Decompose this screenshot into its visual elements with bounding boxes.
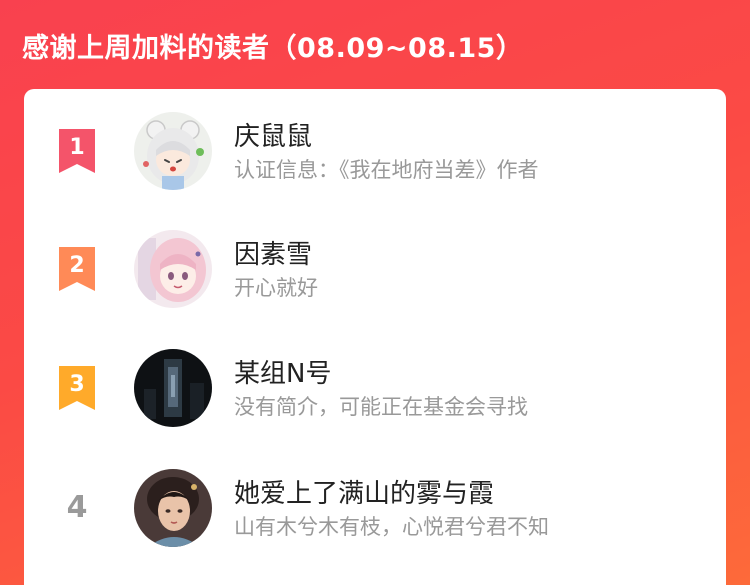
avatar-portrait-icon (134, 469, 212, 547)
rank-number: 1 (69, 135, 85, 160)
reader-name[interactable]: 她爱上了满山的雾与霞 (234, 473, 494, 510)
page-title: 感谢上周加料的读者（08.09~08.15） (22, 33, 524, 64)
reader-description: 没有简介，可能正在基金会寻找 (234, 395, 528, 419)
avatar[interactable] (134, 230, 212, 308)
reader-row-1[interactable]: 1 庆鼠鼠 认证信息：《我在地府当差》作者 (24, 89, 726, 199)
avatar-dark-scene-icon (134, 349, 212, 427)
avatar[interactable] (134, 469, 212, 547)
avatar-anime-icon (134, 230, 212, 308)
reader-row-3[interactable]: 3 某组N号 没有简介，可能正在基金会寻找 (24, 326, 726, 436)
reader-list-card: 1 庆鼠鼠 认证信息：《我在地府当差》作者 2 因素雪 开心就好 3 某组N号 … (24, 89, 726, 585)
rank-badge-2: 2 (56, 247, 98, 291)
reader-description: 开心就好 (234, 276, 318, 300)
avatar[interactable] (134, 112, 212, 190)
reader-description: 山有木兮木有枝，心悦君兮君不知 (234, 515, 549, 539)
rank-number: 4 (66, 490, 88, 525)
reader-name[interactable]: 庆鼠鼠 (234, 116, 312, 153)
reader-description: 认证信息：《我在地府当差》作者 (234, 158, 539, 182)
reader-name[interactable]: 因素雪 (234, 234, 312, 271)
rank-badge-3: 3 (56, 366, 98, 410)
reader-row-2[interactable]: 2 因素雪 开心就好 (24, 207, 726, 317)
rank-number: 3 (69, 372, 85, 397)
avatar-anime-icon (134, 112, 212, 190)
rank-badge-1: 1 (56, 129, 98, 173)
reader-row-4[interactable]: 4 她爱上了满山的雾与霞 山有木兮木有枝，心悦君兮君不知 (24, 446, 726, 556)
reader-name[interactable]: 某组N号 (234, 353, 331, 390)
rank-number: 2 (69, 253, 85, 278)
avatar[interactable] (134, 349, 212, 427)
